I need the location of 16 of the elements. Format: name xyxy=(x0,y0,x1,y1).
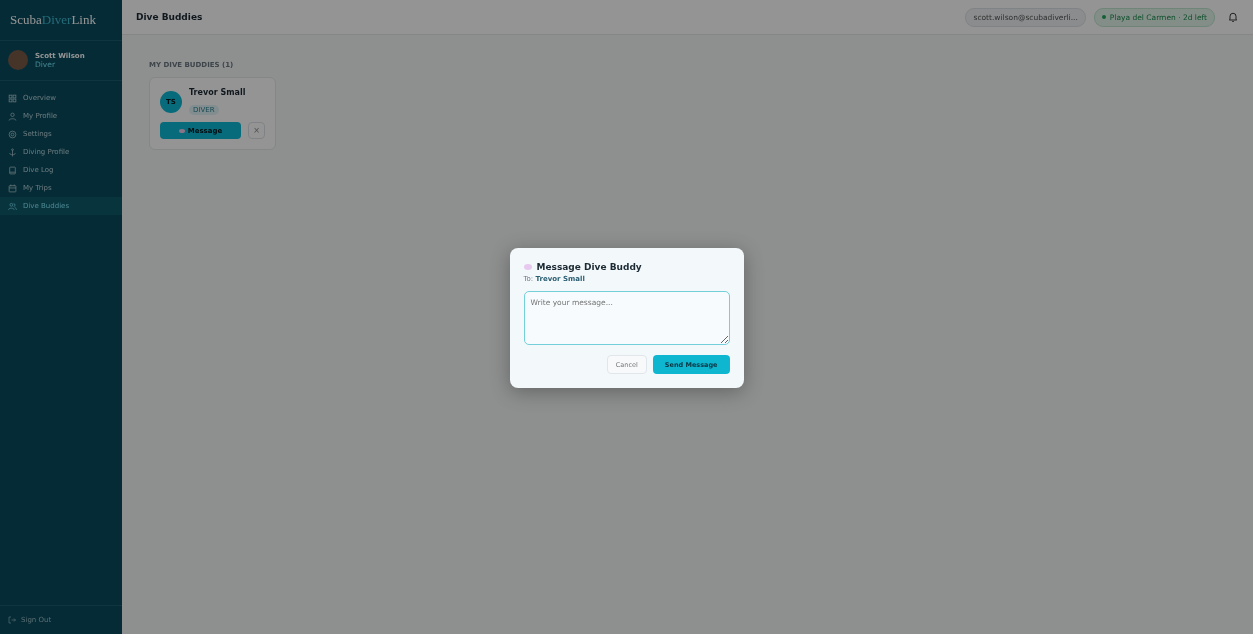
page-title: Dive Buddies xyxy=(136,12,204,22)
speech-bubble-icon xyxy=(523,264,532,270)
avatar xyxy=(8,50,28,70)
grid-icon xyxy=(8,93,17,103)
book-icon xyxy=(8,165,17,175)
user-icon xyxy=(8,111,17,121)
gear-icon xyxy=(8,129,17,139)
calendar-icon xyxy=(8,183,17,193)
logout-icon xyxy=(8,616,16,624)
remove-button[interactable]: × xyxy=(248,122,265,139)
anchor-icon xyxy=(8,147,17,157)
buddy-name: Trevor Small xyxy=(189,88,246,97)
dialog-title: Message Dive Buddy xyxy=(536,262,642,272)
bell-icon[interactable] xyxy=(1227,11,1239,23)
users-icon xyxy=(8,201,17,211)
chat-icon xyxy=(178,128,185,133)
